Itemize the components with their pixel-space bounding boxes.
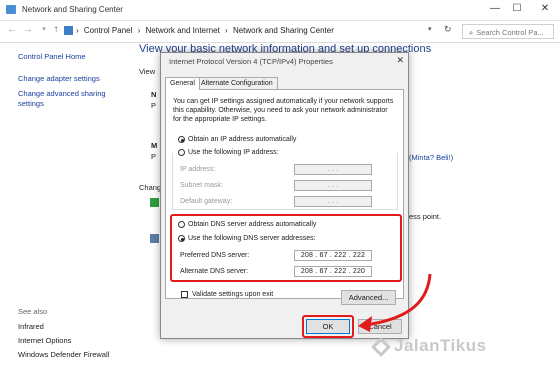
network-m-label: M [151,141,158,150]
obtain-ip-auto-label[interactable]: Obtain an IP address automatically [188,135,296,144]
close-button[interactable]: ✕ [536,2,554,16]
general-tab-panel: You can get IP settings assigned automat… [165,89,404,299]
search-placeholder: Search Control Pa... [476,28,544,37]
crumb-network-internet[interactable]: Network and Internet [146,26,220,35]
dialog-title: Internet Protocol Version 4 (TCP/IPv4) P… [169,57,333,66]
network-p-label: P [151,101,157,110]
crumb-network-sharing[interactable]: Network and Sharing Center [233,26,334,35]
validate-settings-label[interactable]: Validate settings upon exit [192,290,273,299]
change-adapter-settings-link[interactable]: Change adapter settings [18,74,100,83]
intro-text: You can get IP settings assigned automat… [173,98,394,123]
right-text-1[interactable]: (Minta? Beli!) [409,153,453,162]
search-input[interactable]: ⌕ Search Control Pa... [462,24,554,39]
setup-connection-icon [150,198,159,207]
see-also-heading: See also [18,307,48,316]
subnet-mask-label: Subnet mask: [180,182,223,189]
tab-alternate-configuration[interactable]: Alternate Configuration [196,77,278,89]
subnet-mask-field[interactable]: . . . [294,180,372,191]
network-n-label: N [151,90,157,99]
crumb-sep-icon: › [225,26,228,35]
obtain-ip-auto-radio[interactable] [178,136,185,143]
address-dropdown-icon[interactable]: ▾ [428,25,432,33]
dialog-close-icon[interactable]: ✕ [396,55,404,66]
back-arrow-icon[interactable]: ← [6,24,18,36]
up-arrow-icon[interactable]: ↑ [50,24,62,36]
infrared-link[interactable]: Infrared [18,322,44,331]
refresh-icon[interactable]: ↻ [444,24,452,35]
control-panel-home-link[interactable]: Control Panel Home [18,52,86,61]
validate-settings-checkbox[interactable] [181,291,188,298]
right-text-2: ess point. [409,212,442,221]
crumb-sep-icon: › [76,26,79,35]
recent-chevron-icon[interactable]: ▾ [38,24,50,36]
tab-general[interactable]: General [165,77,200,90]
maximize-button[interactable]: ☐ [508,2,526,16]
change-advanced-sharing-link[interactable]: Change advanced sharing settings [18,89,118,109]
windows-firewall-link[interactable]: Windows Defender Firewall [18,350,109,359]
breadcrumb[interactable]: › Control Panel › Network and Internet ›… [76,26,337,35]
ip-address-label: IP address: [180,166,216,173]
crumb-control-panel[interactable]: Control Panel [84,26,132,35]
ip-address-field[interactable]: . . . [294,164,372,175]
troubleshoot-icon [150,234,159,243]
red-arrow-icon [358,273,432,332]
watermark-text: JalanTikus [394,336,487,355]
ok-highlight-box [302,315,354,338]
watermark-icon [371,336,391,357]
default-gateway-label: Default gateway: [180,198,233,205]
internet-options-link[interactable]: Internet Options [18,336,71,345]
watermark-logo: JalanTikus [371,336,487,357]
default-gateway-field[interactable]: . . . [294,196,372,207]
control-panel-icon [64,26,73,35]
network-p2-label: P [151,152,157,161]
view-label: View [139,67,156,76]
window-title: Network and Sharing Center [22,5,123,14]
network-icon [6,5,16,14]
crumb-sep-icon: › [137,26,141,35]
change-label: Chang [139,183,162,192]
window-titlebar: Network and Sharing Center — ☐ ✕ [0,0,560,21]
minimize-button[interactable]: — [486,2,504,16]
search-icon: ⌕ [469,28,474,37]
forward-arrow-icon[interactable]: → [22,24,34,36]
